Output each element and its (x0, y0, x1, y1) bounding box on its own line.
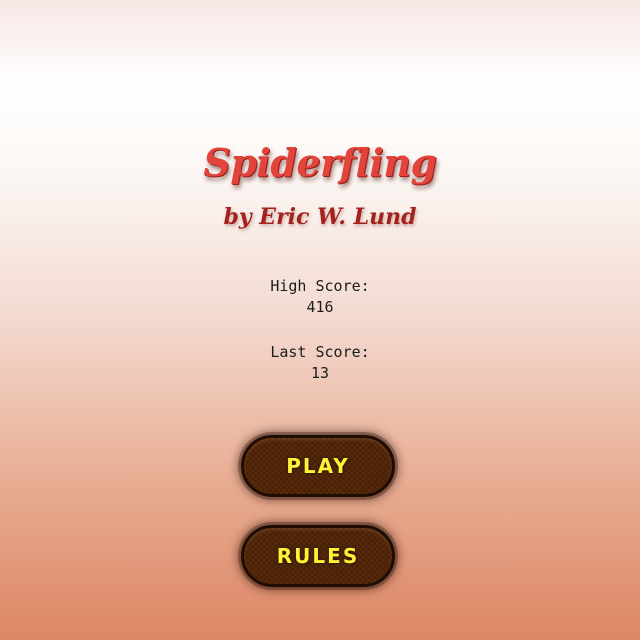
high-score-block: High Score: 416 (0, 276, 640, 318)
last-score-value: 13 (310, 364, 330, 382)
play-button[interactable]: PLAY (241, 435, 395, 497)
high-score-label: High Score: (270, 277, 370, 295)
last-score-block: Last Score: 13 (0, 342, 640, 384)
game-title: Spiderfling (203, 140, 437, 185)
high-score-value: 416 (306, 298, 334, 316)
last-score-label: Last Score: (270, 343, 370, 361)
rules-button-label: RULES (276, 544, 360, 568)
author-byline: by Eric W. Lund (223, 204, 417, 230)
play-button-label: PLAY (286, 454, 350, 478)
rules-button[interactable]: RULES (241, 525, 395, 587)
